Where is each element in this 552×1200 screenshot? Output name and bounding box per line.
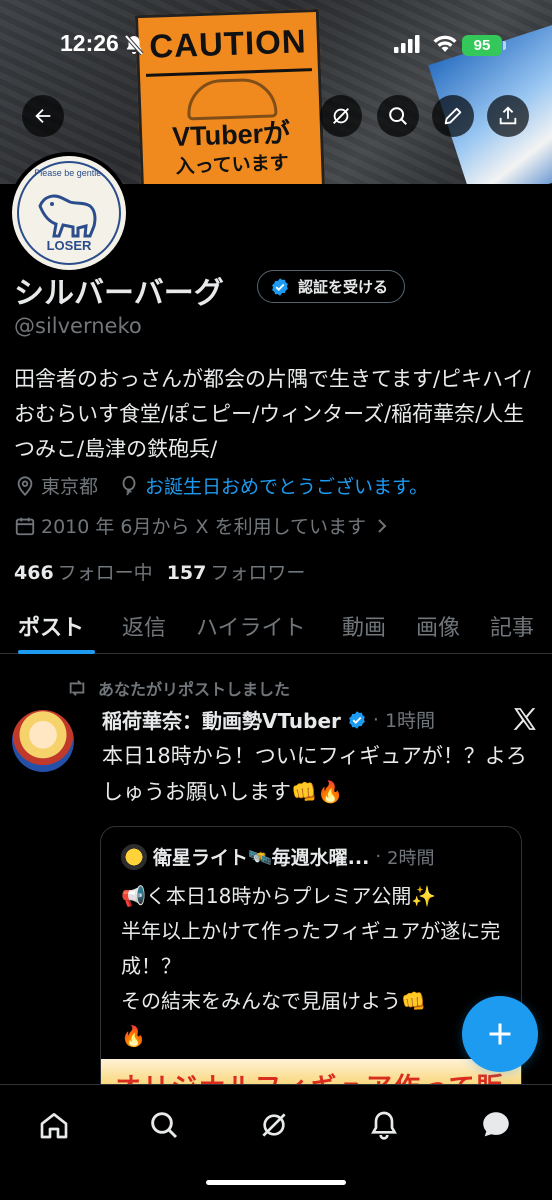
silent-bell-icon [124, 34, 144, 56]
quote-time: 2時間 [387, 847, 435, 869]
joined-item: 2010 年 6月から X を利用しています [14, 512, 366, 539]
profile-avatar[interactable]: Please be gentle. LOSER [8, 152, 130, 274]
status-bar: 12:26 95 [0, 0, 552, 88]
get-verified-button[interactable]: 認証を受ける [257, 270, 406, 303]
followers-label: フォロワー [210, 562, 306, 584]
nav-search[interactable] [140, 1101, 188, 1149]
search-button[interactable] [377, 95, 419, 137]
followers-link[interactable]: 157 フォロワー [167, 558, 306, 585]
display-name: シルバーバーグ [14, 276, 224, 311]
verified-badge-icon [349, 710, 365, 729]
profile-bio: 田舎者のおっさんが都会の片隅で生きてます/ピキハイ/おむらいす食堂/ぽこピー/ウ… [14, 367, 531, 461]
quote-text: 📢く本日18時からプレミア公開✨ 半年以上かけて作ったフィギュアが遂に完成！？ … [121, 884, 501, 1048]
following-label: フォロー中 [57, 562, 153, 584]
repost-label: あなたがリポストしました [98, 680, 291, 699]
joined-text: 2010 年 6月から X を利用しています [41, 516, 367, 538]
tab-replies[interactable]: 返信 [122, 610, 166, 642]
nav-notifications[interactable] [360, 1101, 408, 1149]
location-text: 東京都 [41, 476, 99, 498]
followers-count: 157 [166, 562, 207, 584]
chevron-right-icon [378, 518, 387, 533]
repost-icon [69, 680, 85, 696]
wifi-icon [433, 35, 457, 52]
battery-tip [503, 41, 506, 50]
post-separator: · [372, 708, 379, 731]
avatar-bottom-text: LOSER [46, 238, 92, 253]
calendar-icon [15, 517, 35, 535]
joined-row[interactable]: 2010 年 6月から X を利用しています [14, 512, 390, 539]
post-header: 稲荷華奈：動画勢VTuber · 1時間 [102, 705, 435, 734]
grok-icon [262, 1113, 286, 1137]
notifications-icon [371, 1111, 397, 1140]
repost-indicator: あなたがリポストしました [66, 676, 290, 700]
grok-icon [333, 108, 349, 124]
tab-media[interactable]: 画像 [416, 610, 460, 642]
post-author-avatar[interactable] [12, 710, 74, 772]
plus-icon [489, 1023, 511, 1045]
battery-level: 95 [462, 35, 502, 56]
status-time: 12:26 [60, 30, 119, 56]
edit-button[interactable] [432, 95, 474, 137]
avatar-image: Please be gentle. LOSER [12, 156, 126, 270]
edit-icon [444, 107, 462, 125]
quote-header: 衛星ライト🛰️毎週水曜... · 2時間 [121, 843, 435, 870]
active-tab-indicator [18, 650, 95, 654]
tab-videos[interactable]: 動画 [342, 610, 386, 642]
quote-author-avatar [121, 843, 147, 870]
nav-messages[interactable] [472, 1101, 520, 1149]
back-button[interactable] [22, 95, 64, 137]
quoted-post[interactable]: 衛星ライト🛰️毎週水曜... · 2時間 📢く本日18時からプレミア公開✨ 半年… [100, 826, 522, 1126]
tab-articles[interactable]: 記事 [490, 610, 534, 642]
search-icon [151, 1112, 178, 1139]
grok-button[interactable] [320, 95, 362, 137]
post-author-name[interactable]: 稲荷華奈：動画勢VTuber [102, 705, 341, 734]
home-icon [40, 1113, 68, 1139]
cellular-signal-icon [394, 35, 420, 53]
tab-posts[interactable]: ポスト [18, 610, 84, 642]
messages-icon [483, 1112, 509, 1137]
follow-stats: 466 フォロー中 157 フォロワー [14, 558, 305, 585]
x-logo-icon[interactable] [512, 707, 538, 731]
nav-home[interactable] [30, 1101, 78, 1149]
following-link[interactable]: 466 フォロー中 [14, 558, 153, 585]
share-icon [499, 106, 517, 125]
profile-meta-row: 東京都 お誕生日おめでとうございます。 [14, 472, 448, 499]
post-text: 本日18時から！ついにフィギュアが！？よろしゅうお願いします👊🔥 [102, 744, 527, 804]
location-item: 東京都 [14, 472, 98, 499]
avatar-creature-icon [38, 194, 97, 238]
post-time[interactable]: 1時間 [385, 706, 435, 733]
sign-sub-text: 入っています [175, 151, 290, 178]
balloon-icon [122, 475, 136, 495]
share-button[interactable] [487, 95, 529, 137]
home-indicator [206, 1180, 346, 1185]
location-pin-icon [17, 475, 33, 496]
quote-author-name: 衛星ライト🛰️毎週水曜... [153, 847, 370, 869]
verified-badge-icon [272, 277, 288, 296]
quote-separator: · [375, 846, 382, 867]
profile-handle: @silverneko [14, 314, 142, 338]
tab-highlights[interactable]: ハイライト [196, 610, 306, 642]
avatar-top-text: Please be gentle. [34, 168, 104, 178]
back-arrow-icon [35, 108, 51, 124]
nav-grok[interactable] [250, 1101, 298, 1149]
birthday-item: お誕生日おめでとうございます。 [118, 472, 428, 499]
following-count: 466 [14, 562, 54, 584]
get-verified-label: 認証を受ける [298, 278, 389, 296]
search-icon [389, 107, 407, 125]
compose-post-button[interactable] [462, 996, 538, 1072]
birthday-text: お誕生日おめでとうございます。 [145, 476, 429, 498]
profile-tabs: ポスト 返信 ハイライト 動画 画像 記事 [0, 600, 552, 654]
